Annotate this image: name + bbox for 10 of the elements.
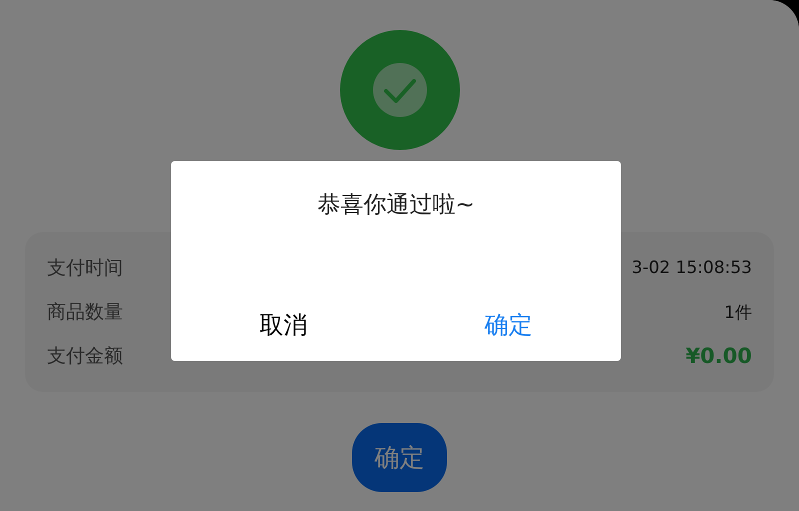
detail-label: 商品数量 <box>47 300 123 325</box>
detail-value: ¥0.00 <box>686 344 752 368</box>
dialog-cancel-button[interactable]: 取消 <box>171 305 396 345</box>
dialog-message: 恭喜你通过啦~ <box>317 191 475 220</box>
detail-value: 1件 <box>724 302 752 324</box>
detail-value: 3-02 15:08:53 <box>632 258 752 278</box>
confirm-button[interactable]: 确定 <box>352 423 447 492</box>
detail-label: 支付金额 <box>47 344 123 369</box>
detail-label: 支付时间 <box>47 256 123 281</box>
dialog-confirm-button[interactable]: 确定 <box>396 305 621 345</box>
